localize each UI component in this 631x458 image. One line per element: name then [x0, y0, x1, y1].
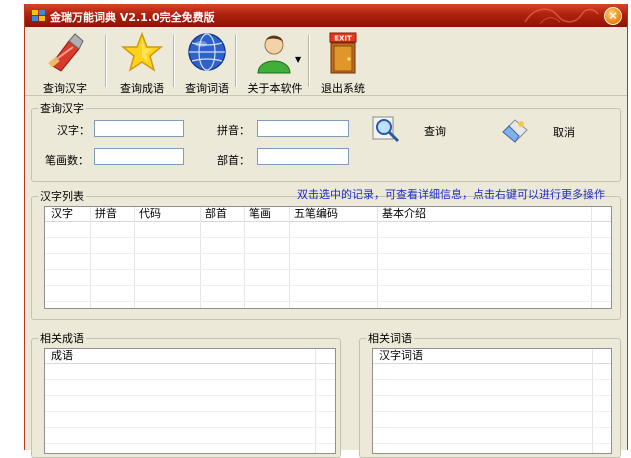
cancel-button-label: 取消 [553, 126, 575, 139]
grid-line [45, 237, 611, 238]
grid-line [377, 207, 378, 308]
grid-line [45, 395, 335, 396]
column-header[interactable]: 拼音 [95, 207, 117, 221]
query-hanzi-button[interactable]: 查询汉字 [31, 31, 99, 95]
query-button[interactable]: 查询 [371, 115, 461, 143]
app-window: 金瑞万能词典 V2.1.0完全免费版 × 查询汉字 查询成语 查询词语 ▼ 关于… [24, 4, 628, 458]
char-list-title: 汉字列表 [40, 190, 84, 203]
exit-label: 退出系统 [321, 82, 365, 95]
query-idiom-button[interactable]: 查询成语 [106, 31, 178, 95]
chevron-down-icon[interactable]: ▼ [295, 55, 301, 64]
grid-line [45, 253, 611, 254]
word-list[interactable]: 汉字词语 [372, 348, 612, 454]
strokes-label: 笔画数： [45, 154, 89, 167]
query-word-button[interactable]: 查询词语 [173, 31, 241, 95]
idiom-list-header: 成语 [45, 349, 335, 364]
window-title: 金瑞万能词典 V2.1.0完全免费版 [50, 11, 215, 24]
grid-line [373, 443, 611, 444]
title-ornament-icon [524, 8, 599, 25]
hanzi-label: 汉字： [57, 124, 90, 137]
query-word-label: 查询词语 [185, 82, 229, 95]
search-panel-title: 查询汉字 [40, 102, 84, 115]
strokes-input[interactable] [94, 148, 184, 165]
grid-line [45, 443, 335, 444]
char-list-header: 汉字 拼音 代码 部首 笔画 五笔编码 基本介绍 [45, 207, 611, 222]
magnifier-icon [372, 116, 400, 143]
grid-line [591, 207, 592, 308]
toolbar-separator [235, 35, 237, 87]
column-header[interactable]: 五笔编码 [294, 207, 338, 221]
grid-line [45, 285, 611, 286]
word-list-header: 汉字词语 [373, 349, 611, 364]
grid-line [45, 379, 335, 380]
grid-line [90, 207, 91, 308]
grid-line [315, 349, 316, 453]
toolbar-separator [308, 35, 310, 87]
grid-line [45, 301, 611, 302]
exit-button[interactable]: EXIT 退出系统 [315, 31, 371, 95]
query-hanzi-label: 查询汉字 [43, 82, 87, 95]
eraser-icon [502, 119, 528, 143]
grid-line [244, 207, 245, 308]
brush-icon [48, 33, 84, 72]
hanzi-input[interactable] [94, 120, 184, 137]
grid-line [200, 207, 201, 308]
toolbar: 查询汉字 查询成语 查询词语 ▼ 关于本软件 EXIT 退出系统 [25, 27, 627, 96]
grid-line [373, 379, 611, 380]
grid-line [373, 411, 611, 412]
column-header[interactable]: 代码 [139, 207, 161, 221]
char-list-hint: 双击选中的记录，可查看详细信息，点击右键可以进行更多操作 [297, 188, 605, 201]
close-icon: × [608, 9, 618, 22]
column-header[interactable]: 汉字 [51, 207, 73, 221]
user-icon [257, 35, 291, 74]
idiom-list[interactable]: 成语 [44, 348, 336, 454]
exit-door-icon: EXIT [329, 32, 357, 74]
grid-line [373, 395, 611, 396]
cancel-button[interactable]: 取消 [499, 116, 589, 144]
pinyin-input[interactable] [257, 120, 349, 137]
about-label: 关于本软件 [247, 82, 303, 95]
title-bar[interactable]: 金瑞万能词典 V2.1.0完全免费版 × [25, 4, 627, 27]
column-header[interactable]: 汉字词语 [379, 349, 423, 363]
grid-line [373, 427, 611, 428]
grid-line [45, 269, 611, 270]
close-button[interactable]: × [604, 7, 622, 25]
grid-line [289, 207, 290, 308]
radical-label: 部首： [217, 154, 250, 167]
grid-line [45, 427, 335, 428]
exit-sign-text: EXIT [334, 35, 352, 43]
pinyin-label: 拼音： [217, 124, 250, 137]
idiom-panel-title: 相关成语 [40, 332, 84, 345]
star-icon [121, 31, 163, 72]
radical-input[interactable] [257, 148, 349, 165]
char-list-table[interactable]: 汉字 拼音 代码 部首 笔画 五笔编码 基本介绍 [44, 206, 612, 309]
column-header[interactable]: 笔画 [249, 207, 271, 221]
grid-line [592, 349, 593, 453]
column-header[interactable]: 成语 [51, 349, 73, 363]
query-button-label: 查询 [424, 125, 446, 138]
column-header[interactable]: 部首 [205, 207, 227, 221]
app-logo-icon [32, 10, 45, 21]
query-idiom-label: 查询成语 [120, 82, 164, 95]
globe-icon [188, 33, 226, 71]
word-panel-title: 相关词语 [368, 332, 412, 345]
about-button[interactable]: ▼ 关于本软件 [238, 31, 312, 95]
column-header[interactable]: 基本介绍 [382, 207, 426, 221]
grid-line [134, 207, 135, 308]
grid-line [45, 411, 335, 412]
